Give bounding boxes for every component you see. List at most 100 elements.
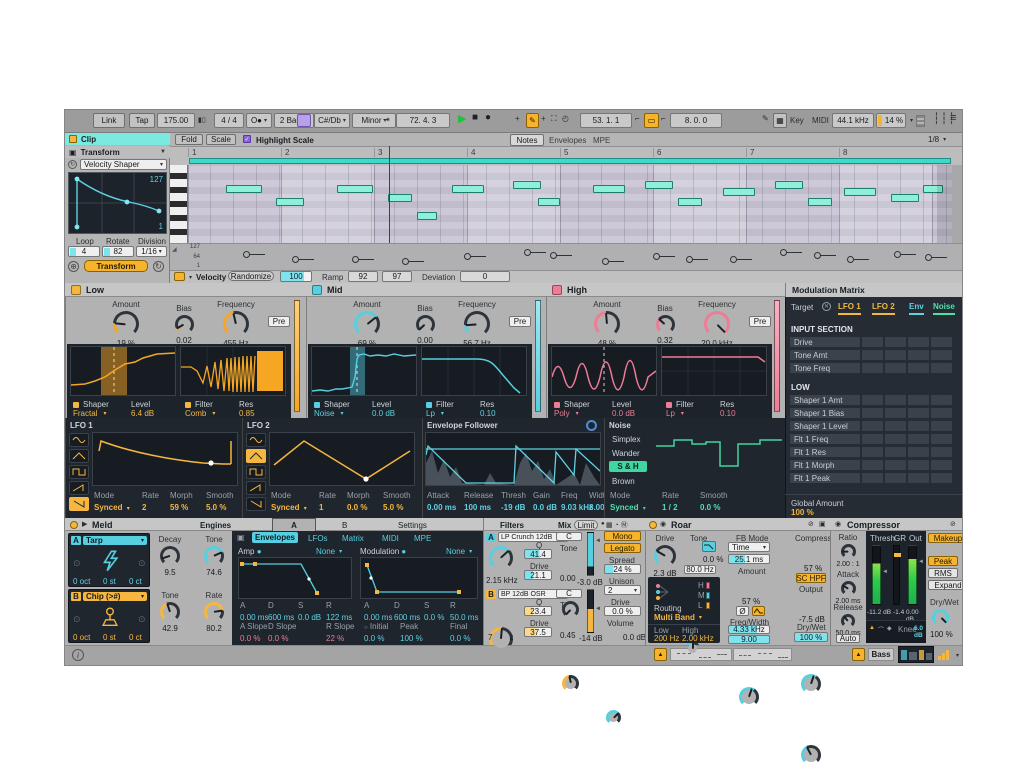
engine-b-next-icon[interactable]: ⊙: [138, 614, 146, 625]
high-pre-button[interactable]: Pre: [749, 316, 771, 327]
high-shaper-type[interactable]: Poly▾: [554, 409, 579, 418]
fb-freq-field[interactable]: 4.33 kHz: [728, 625, 770, 634]
attack-knob[interactable]: Attack 2.00 ms: [832, 570, 864, 605]
mono-button[interactable]: Mono: [604, 531, 641, 541]
engine-a-st[interactable]: 0 st: [103, 577, 116, 586]
matrix-cell[interactable]: [931, 473, 952, 483]
filter-b-chip[interactable]: B: [486, 590, 496, 599]
amp-r[interactable]: R122 ms: [326, 601, 352, 622]
computer-keyboard-icon[interactable]: ▦: [773, 113, 787, 128]
noise-mode[interactable]: ModeSynced ▾: [610, 491, 646, 512]
thresh-value[interactable]: -11.2 dB: [867, 609, 891, 616]
key-map-label[interactable]: Key: [790, 116, 804, 125]
amp-s[interactable]: S0.0 dB: [298, 601, 321, 622]
re-enable-automation-icon[interactable]: ◴: [562, 114, 569, 123]
amp-a-slope[interactable]: A Slope0.0 %: [240, 622, 268, 643]
velocity-marker[interactable]: [894, 251, 901, 258]
engine-a-tone-knob[interactable]: Tone 74.6: [196, 535, 232, 577]
saw-down-wave-icon[interactable]: [69, 497, 89, 511]
lfo1-mode[interactable]: ModeSynced ▾: [94, 491, 130, 512]
high-filter-led[interactable]: [666, 402, 672, 408]
lfo1-smooth[interactable]: Smooth5.0 %: [206, 491, 234, 512]
info-view-icon[interactable]: i: [72, 649, 84, 661]
velocity-lane-fold-icon[interactable]: ◢: [172, 246, 177, 253]
overdub-icon[interactable]: +: [515, 114, 520, 123]
perf-bars-icon[interactable]: [938, 650, 952, 660]
meld-volume-knob[interactable]: [606, 710, 621, 725]
sidechain-listen-icon[interactable]: [586, 420, 597, 431]
high-level-value[interactable]: 0.0 dB: [612, 409, 635, 418]
matrix-input-rows[interactable]: DriveTone AmtTone Freq: [790, 337, 958, 376]
midi-note[interactable]: [452, 185, 484, 193]
low-amount-knob[interactable]: Amount 19 %: [100, 300, 152, 348]
matrix-cell[interactable]: [931, 434, 952, 444]
lfo2-wave-selector[interactable]: [246, 433, 266, 513]
roar-tone-value[interactable]: 0.0 %: [703, 555, 723, 564]
matrix-cell[interactable]: [908, 473, 929, 483]
matrix-cell[interactable]: [908, 421, 929, 431]
filter-b-drive-field[interactable]: 37.5: [524, 627, 552, 637]
matrix-row[interactable]: Flt 1 Morph: [790, 460, 958, 470]
meld-activator[interactable]: [70, 521, 78, 529]
matrix-col-lfo2[interactable]: LFO 2: [872, 302, 895, 315]
meld-tab-b[interactable]: B: [342, 521, 347, 530]
noise-type-wander[interactable]: Wander: [612, 449, 640, 458]
lfo2-rate[interactable]: Rate1: [319, 491, 336, 512]
matrix-row[interactable]: Tone Freq: [790, 363, 958, 373]
expand-button[interactable]: Expand: [928, 580, 962, 590]
mini-clip-strip-1[interactable]: [670, 648, 732, 661]
midi-note[interactable]: [593, 185, 625, 193]
band-high-activator[interactable]: [552, 285, 562, 295]
lfo2-display[interactable]: [269, 432, 415, 486]
compressor-hot-swap-icon[interactable]: ⊘: [950, 520, 956, 528]
matrix-cell[interactable]: [908, 434, 929, 444]
engine-b-st[interactable]: 0 st: [103, 633, 116, 642]
fb-amount-knob[interactable]: [739, 687, 759, 707]
velocity-marker[interactable]: [780, 249, 787, 256]
mid-filter-led[interactable]: [426, 402, 432, 408]
matrix-cell[interactable]: [885, 447, 906, 457]
sc-hpf-button[interactable]: SC HPF: [796, 573, 826, 583]
matrix-cell[interactable]: [862, 337, 883, 347]
time-signature[interactable]: 4 / 4: [214, 113, 244, 128]
amp-d-slope[interactable]: D Slope0.0 %: [268, 622, 296, 643]
mid-res-value[interactable]: 0.10: [480, 409, 496, 418]
saw-down-wave-icon[interactable]: [246, 497, 266, 511]
midi-note[interactable]: [538, 198, 560, 206]
matrix-cell[interactable]: [931, 447, 952, 457]
mini-clip-strip-2[interactable]: [733, 648, 792, 661]
draw-mode-icon[interactable]: ✎: [762, 114, 769, 123]
roar-tone-filter-icon[interactable]: [702, 541, 716, 552]
square-wave-icon[interactable]: [69, 465, 89, 479]
matrix-row[interactable]: Flt 1 Freq: [790, 434, 958, 444]
out-handle[interactable]: ◄: [918, 559, 924, 565]
punch-out-icon[interactable]: ⌐: [661, 114, 666, 123]
noise-rate[interactable]: Rate1 / 2: [662, 491, 679, 512]
saw-up-wave-icon[interactable]: [246, 481, 266, 495]
amp-r-slope[interactable]: R Slope22 %: [326, 622, 354, 643]
velocity-marker[interactable]: [814, 252, 821, 259]
matrix-cell[interactable]: [908, 447, 929, 457]
tap-button[interactable]: Tap: [129, 113, 155, 128]
meld-subtab-mpe[interactable]: MPE: [414, 534, 431, 543]
meld-drive-field[interactable]: 0.0 %: [604, 606, 641, 616]
capture-midi-icon[interactable]: +: [541, 114, 546, 123]
mid-pre-button[interactable]: Pre: [509, 316, 531, 327]
transform-cycle-icon[interactable]: ↻: [153, 261, 164, 272]
rotate-field[interactable]: 82: [102, 246, 134, 257]
matrix-cell[interactable]: [931, 421, 952, 431]
velocity-marker[interactable]: [925, 254, 932, 261]
matrix-cell[interactable]: [931, 408, 952, 418]
mid-amount-knob[interactable]: Amount 69 %: [341, 300, 393, 348]
roar-activator[interactable]: [649, 521, 657, 529]
velocity-marker[interactable]: [730, 256, 737, 263]
meld-tab-a[interactable]: A: [272, 518, 316, 531]
ratio-knob[interactable]: Ratio 2.00 : 1: [832, 533, 864, 568]
engine-b-rate-knob[interactable]: Rate 80.2: [196, 591, 232, 633]
mix-a-pan[interactable]: C: [556, 532, 582, 541]
midi-note[interactable]: [645, 181, 673, 189]
engine-b-chip[interactable]: B: [71, 592, 81, 601]
amp-env-display[interactable]: [238, 557, 352, 599]
roar-hot-swap-icon[interactable]: ⊘: [808, 520, 814, 528]
engine-a-ct[interactable]: 0 ct: [129, 577, 142, 586]
